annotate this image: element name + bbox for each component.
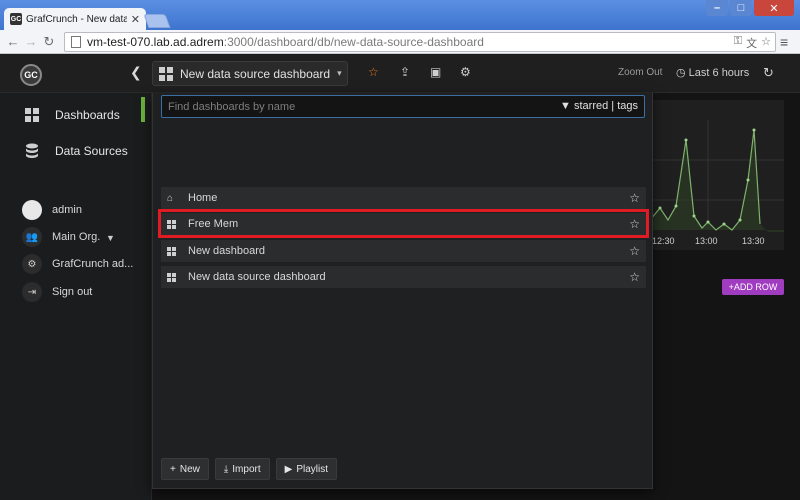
playlist-button[interactable]: ▶ Playlist — [275, 458, 338, 480]
address-bar[interactable]: vm-test-070.lab.ad.adrem:3000/dashboard/… — [64, 32, 776, 52]
time-range-picker[interactable]: ◷ Last 6 hours — [676, 66, 749, 79]
share-icon[interactable]: ⇪ — [400, 65, 410, 79]
list-item[interactable]: New dashboard ☆ — [161, 240, 646, 262]
star-icon[interactable]: ☆ — [368, 65, 379, 79]
star-icon[interactable]: ☆ — [629, 217, 640, 231]
zoom-out-button[interactable]: Zoom Out — [618, 67, 662, 78]
grid-icon — [167, 219, 177, 229]
list-item[interactable]: New data source dashboard ☆ — [161, 266, 646, 288]
sidebar-item-label: Dashboards — [55, 108, 120, 122]
browser-titlebar: GC GrafCrunch - New data sourc ✕ – □ ✕ — [0, 0, 800, 30]
bookmark-star-icon[interactable]: ☆ — [761, 35, 771, 51]
dashboard-picker-button[interactable]: New data source dashboard ▾ — [152, 61, 348, 86]
browser-tab[interactable]: GC GrafCrunch - New data sourc ✕ — [4, 8, 146, 30]
address-url: vm-test-070.lab.ad.adrem:3000/dashboard/… — [87, 35, 484, 49]
top-navbar: GC ❮ New data source dashboard ▾ ☆ ⇪ ▣ ⚙… — [0, 55, 800, 93]
window-minimize-button[interactable]: – — [706, 0, 728, 16]
sidebar-item-dashboards[interactable]: Dashboards — [24, 107, 120, 123]
grafana-app: GC ❮ New data source dashboard ▾ ☆ ⇪ ▣ ⚙… — [0, 55, 800, 500]
filter-icon: ▼ — [560, 100, 571, 112]
result-label: Free Mem — [188, 218, 239, 230]
list-item[interactable]: ⌂ Home ☆ — [161, 187, 646, 209]
sidebar-item-admin[interactable]: ⚙ GrafCrunch ad... — [22, 254, 133, 274]
grafcrunch-logo[interactable]: GC — [20, 64, 42, 86]
grid-icon — [167, 272, 177, 282]
x-tick-label: 13:30 — [742, 236, 765, 246]
user-profile[interactable]: admin — [22, 200, 82, 220]
sidebar: Dashboards Data Sources admin 👥 Main Org… — [0, 93, 152, 500]
new-tab-button[interactable] — [143, 14, 171, 28]
download-icon: ⤓ — [223, 463, 229, 475]
grid-icon — [167, 246, 177, 256]
gear-icon: ⚙ — [22, 254, 42, 274]
tab-title: GrafCrunch - New data sourc — [26, 13, 127, 25]
search-footer: + New ⤓ Import ▶ Playlist — [161, 458, 338, 480]
star-icon[interactable]: ☆ — [629, 244, 640, 258]
reload-icon[interactable]: ↻ — [40, 34, 58, 50]
grid-icon — [159, 66, 173, 81]
home-icon: ⌂ — [167, 192, 174, 204]
caret-down-icon: ▾ — [337, 68, 342, 78]
forward-arrow-icon[interactable]: → — [22, 34, 40, 49]
result-label: Home — [188, 192, 218, 204]
current-dashboard-title: New data source dashboard — [180, 66, 331, 81]
dashboard-search-dropdown: ▼ starred | tags ⌂ Home ☆ Free Mem ☆ New… — [152, 93, 653, 489]
users-icon: 👥 — [22, 227, 42, 247]
sidebar-item-sign-out[interactable]: ⇥ Sign out — [22, 282, 92, 302]
active-indicator — [141, 97, 145, 122]
save-icon[interactable]: ▣ — [430, 65, 441, 79]
caret-down-icon[interactable]: ▼ — [106, 233, 115, 243]
avatar — [22, 200, 42, 220]
play-icon: ▶ — [284, 463, 293, 475]
x-tick-label: 13:00 — [695, 236, 718, 246]
graph-panel[interactable]: 12:30 13:00 13:30 — [650, 100, 784, 250]
org-switcher[interactable]: 👥 Main Org. — [22, 227, 100, 247]
new-dashboard-button[interactable]: + New — [161, 458, 209, 480]
clock-icon: ◷ — [676, 67, 686, 79]
add-row-button[interactable]: + ADD ROW — [722, 279, 784, 295]
star-icon[interactable]: ☆ — [629, 270, 640, 284]
x-tick-label: 12:30 — [652, 236, 675, 246]
chevron-left-icon[interactable]: ❮ — [130, 64, 142, 81]
star-icon[interactable]: ☆ — [629, 191, 640, 205]
translate-icon[interactable]: 文 — [746, 35, 757, 51]
browser-toolbar: ← → ↻ vm-test-070.lab.ad.adrem:3000/dash… — [0, 30, 800, 54]
database-icon — [24, 143, 40, 159]
list-item[interactable]: Free Mem ☆ — [161, 213, 646, 235]
plus-icon: + — [170, 463, 176, 475]
tab-close-icon[interactable]: ✕ — [131, 13, 140, 26]
grid-icon — [24, 107, 40, 123]
tab-favicon-icon: GC — [10, 13, 22, 25]
sidebar-item-label: Data Sources — [55, 144, 128, 158]
sign-out-icon: ⇥ — [22, 282, 42, 302]
back-arrow-icon[interactable]: ← — [4, 34, 22, 49]
graph-plot: 12:30 13:00 13:30 — [650, 120, 784, 246]
browser-menu-icon[interactable]: ≡ — [780, 34, 788, 50]
import-button[interactable]: ⤓ Import — [214, 458, 270, 480]
window-maximize-button[interactable]: □ — [730, 0, 752, 16]
page-icon — [71, 36, 81, 48]
gear-icon[interactable]: ⚙ — [460, 65, 471, 79]
result-label: New data source dashboard — [188, 271, 326, 283]
result-label: New dashboard — [188, 245, 266, 257]
refresh-icon[interactable]: ↻ — [763, 65, 774, 81]
window-close-button[interactable]: ✕ — [754, 0, 794, 16]
starred-tags-filter[interactable]: ▼ starred | tags — [560, 100, 638, 112]
key-icon[interactable]: ⚿ — [734, 35, 742, 51]
sidebar-item-data-sources[interactable]: Data Sources — [24, 143, 128, 159]
